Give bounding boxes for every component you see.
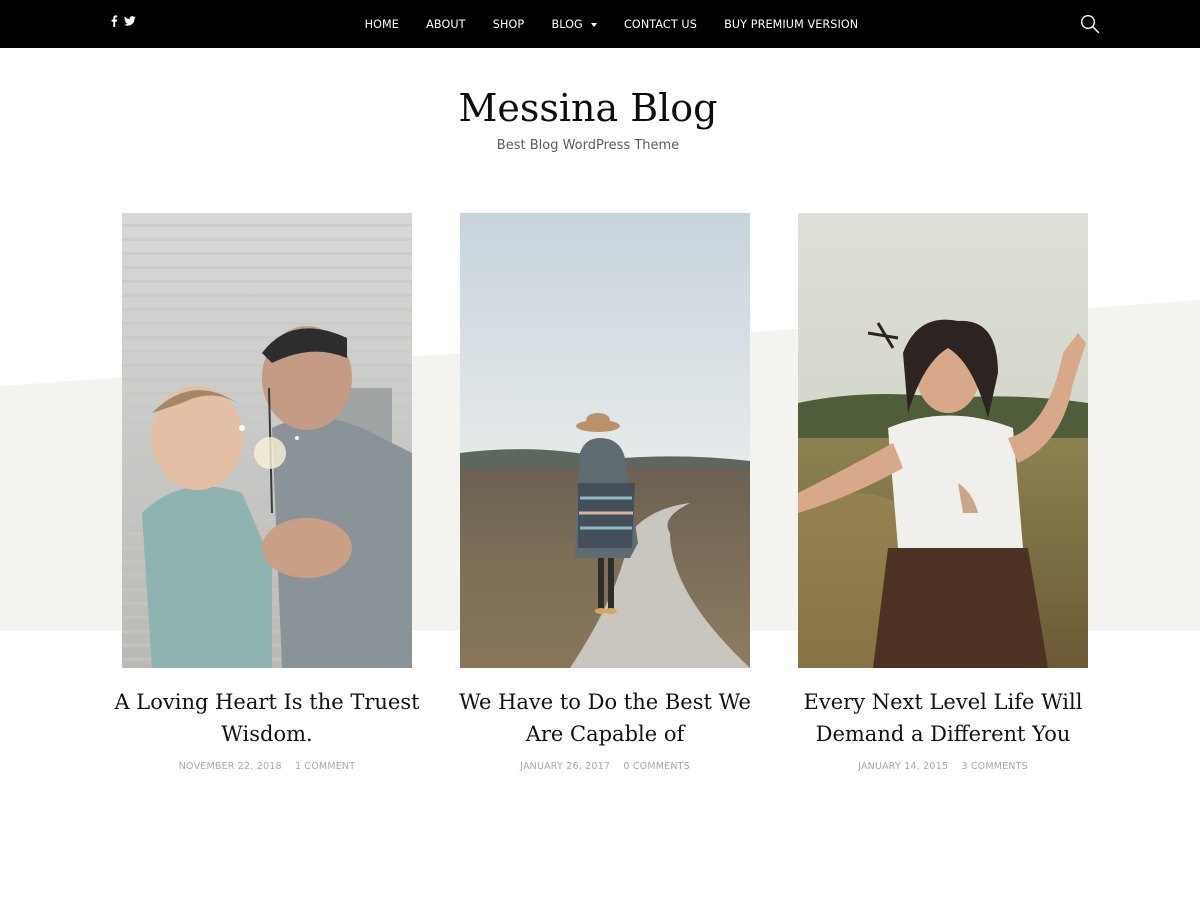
post-title[interactable]: A Loving Heart Is the Truest Wisdom. (102, 686, 432, 750)
post-comments-link[interactable]: 3 COMMENTS (961, 761, 1028, 772)
nav-item-home[interactable]: HOME (351, 18, 413, 31)
nav-item-shop[interactable]: SHOP (479, 18, 538, 31)
search-icon (1080, 14, 1100, 34)
facebook-link[interactable] (110, 15, 118, 27)
post-photo-woman-on-road (460, 213, 750, 668)
post-date[interactable]: JANUARY 14, 2015 (858, 761, 948, 772)
nav-item-label: BLOG (551, 17, 583, 31)
site-tagline: Best Blog WordPress Theme (496, 138, 680, 153)
nav-item-contact-us[interactable]: CONTACT US (610, 18, 710, 31)
post-title[interactable]: Every Next Level Life Will Demand a Diff… (778, 686, 1108, 750)
post-comments-link[interactable]: 1 COMMENT (295, 761, 355, 772)
post-date[interactable]: NOVEMBER 22, 2018 (179, 761, 282, 772)
main-navigation: HOME ABOUT SHOP BLOG CONTACT US BUY PREM… (351, 0, 872, 48)
post-meta: JANUARY 14, 2015 3 COMMENTS (798, 761, 1088, 772)
post-photo-father-daughter-sparkler (122, 213, 412, 668)
post-image[interactable] (460, 213, 750, 668)
post-meta: NOVEMBER 22, 2018 1 COMMENT (122, 761, 412, 772)
chevron-down-icon (590, 22, 597, 27)
post-comments-link[interactable]: 0 COMMENTS (623, 761, 690, 772)
post-card: We Have to Do the Best We Are Capable of… (459, 213, 751, 772)
facebook-icon (111, 15, 118, 27)
nav-item-label: CONTACT US (624, 17, 697, 31)
nav-item-label: HOME (364, 17, 399, 31)
nav-item-label: ABOUT (426, 17, 466, 31)
nav-item-label: BUY PREMIUM VERSION (724, 17, 859, 31)
twitter-link[interactable] (123, 15, 136, 27)
post-image[interactable] (798, 213, 1088, 668)
nav-item-buy-premium[interactable]: BUY PREMIUM VERSION (711, 18, 872, 31)
nav-item-label: SHOP (492, 17, 525, 31)
nav-item-about[interactable]: ABOUT (413, 18, 480, 31)
nav-item-blog[interactable]: BLOG (538, 18, 611, 31)
top-navigation-bar: HOME ABOUT SHOP BLOG CONTACT US BUY PREM… (0, 0, 1200, 48)
site-title[interactable]: Messina Blog (0, 86, 1176, 130)
social-links (110, 15, 136, 27)
post-meta: JANUARY 26, 2017 0 COMMENTS (460, 761, 750, 772)
post-card: Every Next Level Life Will Demand a Diff… (798, 213, 1088, 772)
post-date[interactable]: JANUARY 26, 2017 (520, 761, 610, 772)
twitter-icon (123, 16, 136, 26)
search-button[interactable] (1080, 14, 1100, 34)
post-photo-woman-in-field (798, 213, 1088, 668)
post-image[interactable] (122, 213, 412, 668)
post-card: A Loving Heart Is the Truest Wisdom. NOV… (114, 213, 420, 772)
post-title[interactable]: We Have to Do the Best We Are Capable of (440, 686, 770, 750)
